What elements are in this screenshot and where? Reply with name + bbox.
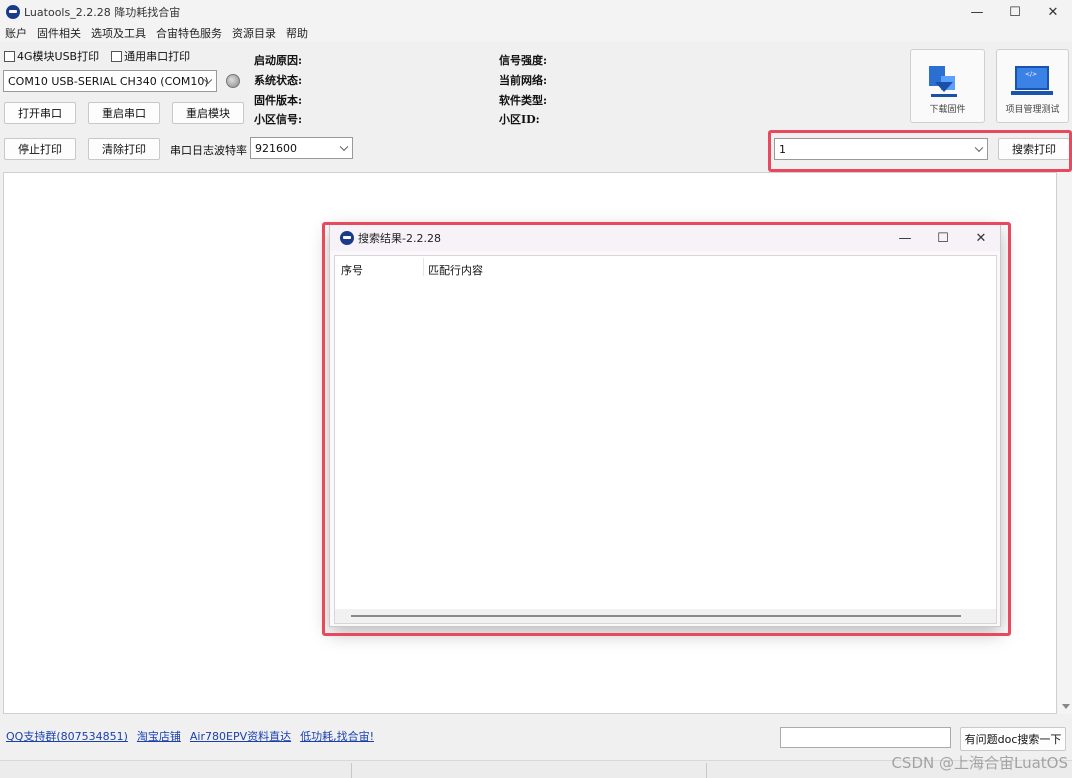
- checkbox-box[interactable]: [4, 50, 15, 62]
- doc-search-button[interactable]: 有问题doc搜索一下: [960, 727, 1066, 751]
- qq-support-link[interactable]: QQ支持群(807534851): [6, 728, 128, 744]
- serial-print-checkbox[interactable]: 通用串口打印: [111, 48, 190, 64]
- watermark: CSDN @上海合宙LuatOS: [891, 754, 1068, 772]
- baud-rate-value: 921600: [255, 141, 297, 155]
- status-separator: [706, 763, 707, 778]
- baud-rate-label: 串口日志波特率: [170, 144, 247, 157]
- clear-print-button[interactable]: 清除打印: [88, 138, 160, 160]
- cell-signal-label: 小区信号:: [254, 113, 303, 126]
- menu-account[interactable]: 账户: [0, 25, 32, 41]
- current-network-label: 当前网络:: [499, 74, 548, 87]
- low-power-link[interactable]: 低功耗,找合宙!: [300, 728, 374, 744]
- checkbox-box[interactable]: [111, 50, 123, 62]
- air780epv-docs-link[interactable]: Air780EPV资料直达: [190, 728, 291, 744]
- doc-search-input[interactable]: [780, 727, 951, 748]
- menu-bar: 账户 固件相关 选项及工具 合宙特色服务 资源目录 帮助: [0, 24, 1072, 42]
- project-test-button[interactable]: </> 项目管理测试: [996, 49, 1069, 123]
- software-type-label: 软件类型:: [499, 94, 548, 107]
- stop-print-button[interactable]: 停止打印: [4, 138, 76, 160]
- open-port-button[interactable]: 打开串口: [4, 102, 76, 124]
- download-icon: [927, 66, 961, 98]
- restart-port-button[interactable]: 重启串口: [88, 102, 160, 124]
- menu-firmware[interactable]: 固件相关: [32, 25, 86, 41]
- laptop-icon: </>: [1011, 66, 1053, 98]
- usb-print-label: 4G模块USB打印: [17, 50, 100, 63]
- menu-services[interactable]: 合宙特色服务: [151, 25, 227, 41]
- maximize-button[interactable]: ☐: [996, 0, 1034, 24]
- baud-rate-select[interactable]: 921600: [250, 137, 353, 159]
- window-controls: — ☐ ✕: [958, 0, 1072, 24]
- firmware-version-label: 固件版本:: [254, 94, 303, 107]
- window-title: Luatools_2.2.28 降功耗找合宙: [24, 6, 181, 19]
- download-firmware-button[interactable]: 下载固件: [910, 49, 985, 123]
- chevron-down-icon: [339, 142, 349, 152]
- minimize-button[interactable]: —: [958, 0, 996, 24]
- signal-strength-label: 信号强度:: [499, 54, 548, 67]
- port-status-led-icon: [226, 74, 240, 88]
- search-highlight-box: [768, 130, 1072, 172]
- close-button[interactable]: ✕: [1034, 0, 1072, 24]
- taobao-store-link[interactable]: 淘宝店铺: [137, 728, 181, 744]
- cell-id-label: 小区ID:: [499, 113, 540, 126]
- system-state-label: 系统状态:: [254, 74, 303, 87]
- dialog-highlight-box: [322, 222, 1011, 636]
- serial-print-label: 通用串口打印: [124, 50, 191, 63]
- footer-links: QQ支持群(807534851) 淘宝店铺 Air780EPV资料直达 低功耗,…: [6, 728, 374, 744]
- port-select-value: COM10 USB-SERIAL CH340 (COM10): [8, 74, 209, 88]
- vertical-scrollbar[interactable]: [1058, 172, 1072, 714]
- project-test-label: 项目管理测试: [1005, 105, 1060, 115]
- scroll-down-icon[interactable]: [1062, 704, 1070, 709]
- title-bar: Luatools_2.2.28 降功耗找合宙 — ☐ ✕: [0, 0, 1072, 24]
- restart-module-button[interactable]: 重启模块: [172, 102, 244, 124]
- port-select[interactable]: COM10 USB-SERIAL CH340 (COM10): [3, 70, 217, 92]
- status-separator: [351, 763, 352, 778]
- app-logo-icon: [6, 5, 20, 19]
- boot-reason-label: 启动原因:: [254, 54, 303, 67]
- menu-resources[interactable]: 资源目录: [227, 25, 281, 41]
- usb-print-checkbox[interactable]: 4G模块USB打印: [4, 48, 99, 64]
- download-firmware-label: 下载固件: [929, 105, 966, 115]
- menu-help[interactable]: 帮助: [281, 25, 313, 41]
- menu-tools[interactable]: 选项及工具: [86, 25, 151, 41]
